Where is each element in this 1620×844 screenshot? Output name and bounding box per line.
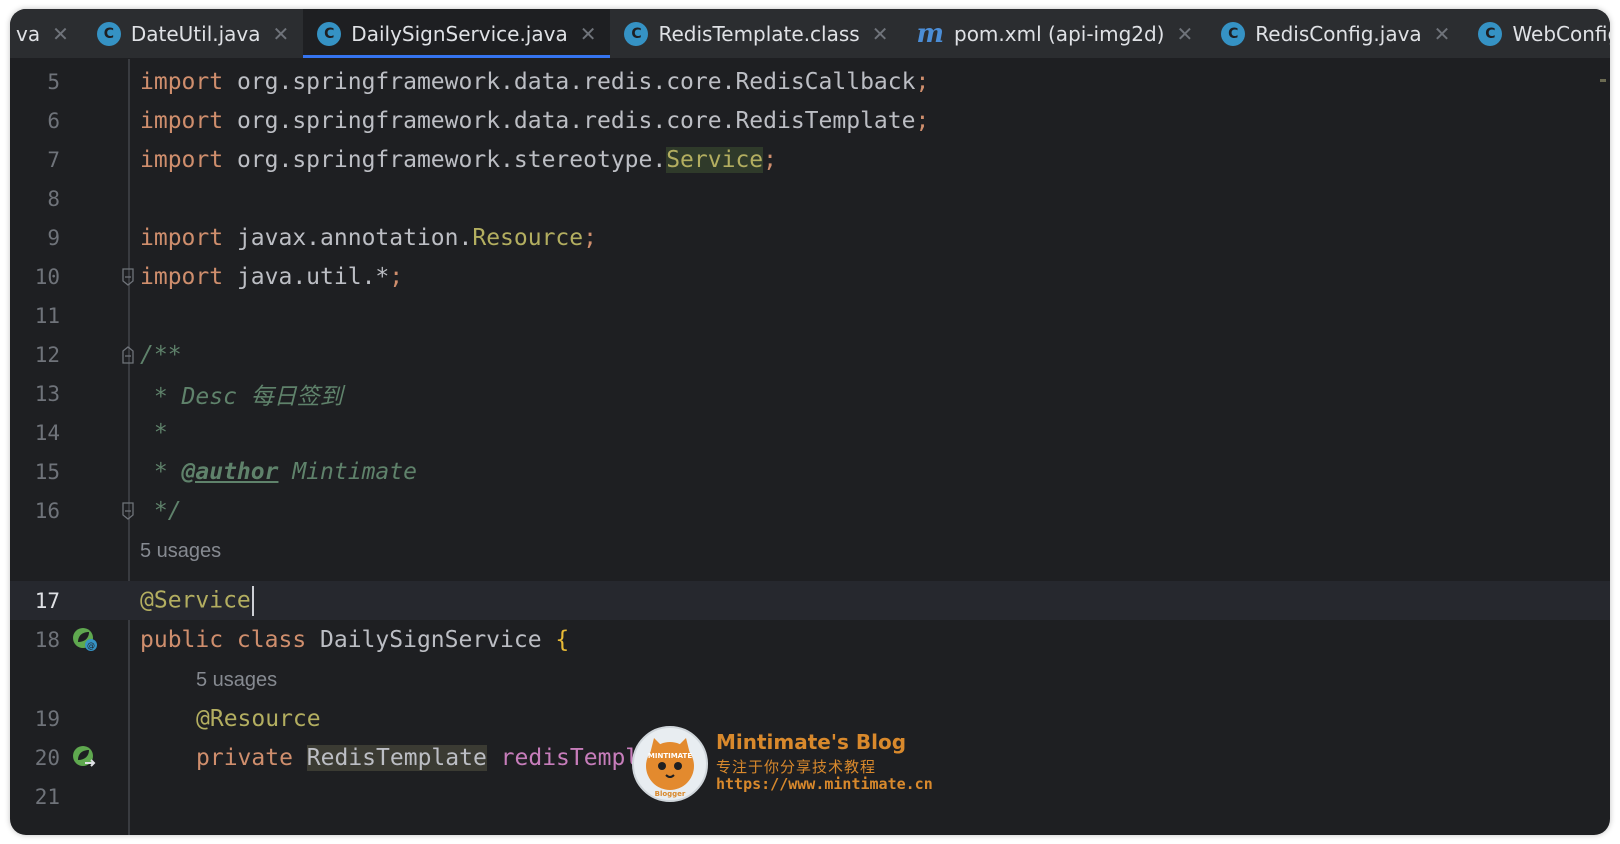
tab-dailysignservice[interactable]: C DailySignService.java ✕ (303, 9, 611, 58)
usages-hint[interactable]: 5 usages (196, 669, 277, 692)
tab-label: DailySignService.java (351, 21, 568, 46)
code-text: private RedisTemplate redisTemplate; (196, 744, 695, 771)
svg-text:Blogger: Blogger (655, 790, 686, 798)
code-line[interactable]: 14 * (10, 413, 1610, 452)
close-icon[interactable]: ✕ (1177, 22, 1194, 46)
code-line[interactable]: 11 (10, 296, 1610, 335)
blog-watermark: MINTIMATE Blogger Mintimate's Blog 专注于你分… (632, 726, 952, 802)
code-text: public class DailySignService { (140, 626, 570, 653)
usages-hint[interactable]: 5 usages (140, 540, 221, 563)
line-number: 8 (47, 186, 60, 211)
tab-label: RedisConfig.java (1255, 21, 1422, 46)
spring-bean-icon[interactable]: @ (72, 626, 98, 652)
java-class-icon: C (1478, 21, 1503, 46)
code-text: import javax.annotation.Resource; (140, 224, 597, 251)
fold-end-icon[interactable] (121, 502, 135, 520)
line-number: 11 (34, 303, 60, 328)
spring-autowired-icon[interactable] (72, 744, 98, 770)
code-text: import org.springframework.stereotype.Se… (140, 146, 777, 173)
tab-label: DateUtil.java (130, 21, 261, 46)
close-icon[interactable]: ✕ (273, 22, 290, 46)
code-line[interactable]: 12 /** (10, 335, 1610, 374)
close-icon[interactable]: ✕ (872, 22, 889, 46)
line-number: 12 (34, 342, 60, 367)
line-number: 14 (34, 420, 60, 445)
cat-mascot-icon: MINTIMATE Blogger (646, 738, 694, 798)
javadoc-text: /** (140, 341, 182, 368)
javadoc-text: * Desc 每日签到 (140, 383, 343, 410)
tab-label: va (16, 21, 41, 46)
code-line[interactable]: 16 */ (10, 491, 1610, 530)
code-line[interactable]: 5 import org.springframework.data.redis.… (10, 62, 1610, 101)
java-class-icon: C (624, 21, 649, 46)
code-text: import java.util.*; (140, 263, 404, 290)
code-text: import org.springframework.data.redis.co… (140, 68, 930, 95)
code-line[interactable]: 15 * @author Mintimate (10, 452, 1610, 491)
code-line-current[interactable]: 17 @Service (10, 581, 1610, 620)
text-caret (251, 585, 254, 616)
close-icon[interactable]: ✕ (1434, 22, 1451, 46)
code-line[interactable]: 10 import java.util.*; (10, 257, 1610, 296)
tab-redistemplate[interactable]: C RedisTemplate.class ✕ (610, 9, 902, 58)
line-number: 10 (34, 264, 60, 289)
close-icon[interactable]: ✕ (52, 22, 69, 46)
line-number: 18 (34, 627, 60, 652)
code-text: import org.springframework.data.redis.co… (140, 107, 930, 134)
tab-pom[interactable]: m pom.xml (api-img2d) ✕ (902, 9, 1207, 58)
line-number: 17 (34, 588, 60, 613)
line-number: 7 (47, 147, 60, 172)
tab-webconfig[interactable]: C WebConfig.java (1464, 9, 1610, 58)
blog-title: Mintimate's Blog (716, 730, 907, 754)
blog-url: https://www.mintimate.cn (716, 775, 933, 793)
code-line[interactable]: 18 @ public class DailySignService { (10, 620, 1610, 659)
line-number: 19 (34, 706, 60, 731)
javadoc-text: * (140, 419, 168, 446)
java-class-icon: C (317, 21, 342, 46)
maven-icon: m (916, 18, 944, 49)
tab-redisconfig[interactable]: C RedisConfig.java ✕ (1207, 9, 1464, 58)
code-line[interactable]: 13 * Desc 每日签到 (10, 374, 1610, 413)
ide-window: va ✕ C DateUtil.java ✕ C DailySignServic… (10, 9, 1610, 835)
code-line[interactable]: 9 import javax.annotation.Resource; (10, 218, 1610, 257)
tab-label: pom.xml (api-img2d) (954, 21, 1165, 46)
code-text: @Resource (196, 705, 321, 732)
line-number: 13 (34, 381, 60, 406)
fold-start-icon[interactable] (121, 346, 135, 364)
line-number: 21 (34, 784, 60, 809)
blog-subtitle: 专注于你分享技术教程 (716, 758, 877, 776)
line-number: 15 (34, 459, 60, 484)
line-number: 5 (47, 69, 60, 94)
javadoc-text: */ (140, 497, 182, 524)
editor-tab-bar: va ✕ C DateUtil.java ✕ C DailySignServic… (10, 9, 1610, 59)
tab-partial[interactable]: va ✕ (10, 9, 83, 58)
fold-end-icon[interactable] (121, 268, 135, 286)
javadoc-text: * @author Mintimate (140, 458, 417, 485)
code-line[interactable]: 6 import org.springframework.data.redis.… (10, 101, 1610, 140)
svg-text:@: @ (87, 641, 95, 650)
tab-label: WebConfig.java (1512, 21, 1610, 46)
tab-label: RedisTemplate.class (658, 21, 860, 46)
tab-dateutil[interactable]: C DateUtil.java ✕ (83, 9, 303, 58)
line-number: 9 (47, 225, 60, 250)
code-text: @Service (140, 585, 254, 616)
svg-text:MINTIMATE: MINTIMATE (648, 752, 692, 760)
code-line[interactable]: 8 (10, 179, 1610, 218)
java-class-icon: C (96, 21, 121, 46)
close-icon[interactable]: ✕ (580, 22, 597, 46)
java-class-icon: C (1221, 21, 1246, 46)
code-line[interactable]: 7 import org.springframework.stereotype.… (10, 140, 1610, 179)
line-number: 6 (47, 108, 60, 133)
line-number: 20 (34, 745, 60, 770)
blog-logo: MINTIMATE Blogger (632, 726, 708, 802)
line-number: 16 (34, 498, 60, 523)
code-editor[interactable]: 5 import org.springframework.data.redis.… (10, 59, 1610, 835)
